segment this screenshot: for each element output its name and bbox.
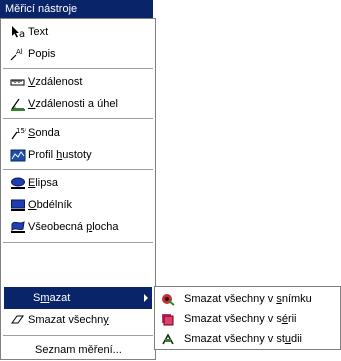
delete-study-icon — [162, 333, 174, 345]
eraser-icon — [11, 315, 24, 324]
submenu-item-label: Smazat všechny v studii — [184, 333, 303, 345]
density-profile-icon — [10, 149, 26, 162]
menu-item-label: Popis — [28, 48, 56, 60]
text-cursor-icon: a — [12, 26, 25, 39]
delete-series-icon — [162, 314, 174, 326]
submenu-item-delete-image[interactable]: Smazat všechny v snímku — [155, 289, 340, 309]
menu-separator — [3, 169, 153, 170]
menu-item-distance[interactable]: Vzdálenost — [1, 71, 155, 93]
annotation-icon: Al — [10, 48, 23, 61]
menu-item-label: Smazat — [33, 292, 71, 304]
delete-submenu: Smazat všechny v snímku Smazat všechny v… — [154, 286, 341, 350]
menu-item-text[interactable]: a Text — [1, 21, 155, 43]
menu-item-distance-angle[interactable]: Vzdálenosti a úhel — [1, 93, 155, 115]
menu-item-rectangle[interactable]: Obdélník — [1, 194, 155, 216]
menu-item-freeform-area[interactable]: Všeobecná plocha — [1, 216, 155, 238]
submenu-arrow-icon — [144, 294, 148, 302]
probe-icon: 15² — [11, 127, 26, 140]
menu-item-label: Sonda — [28, 127, 60, 139]
ruler-icon — [10, 79, 25, 86]
submenu-item-delete-study[interactable]: Smazat všechny v studii — [155, 329, 340, 349]
menu-item-label: Elipsa — [28, 177, 58, 189]
menu-item-label: Profil hustoty — [28, 149, 92, 161]
freeform-area-icon — [11, 221, 25, 233]
svg-text:a: a — [19, 29, 25, 39]
delete-image-icon — [162, 294, 175, 306]
menu-item-ellipse[interactable]: Elipsa — [1, 172, 155, 194]
menu-item-label: Text — [28, 26, 49, 38]
menu-item-delete-all[interactable]: Smazat všechny — [1, 309, 155, 331]
submenu-item-delete-series[interactable]: Smazat všechny v sérii — [155, 309, 340, 329]
menu-item-label: Smazat všechny — [28, 314, 109, 326]
menu-separator — [3, 118, 153, 119]
menu-item-delete[interactable]: Smazat — [4, 287, 152, 309]
menu-item-density-profile[interactable]: Profil hustoty — [1, 144, 155, 166]
angle-ruler-icon — [11, 98, 25, 111]
menu-separator — [3, 242, 153, 243]
menubar-measure-tools[interactable]: Měřicí nástroje — [0, 0, 153, 19]
menu-separator — [3, 335, 153, 336]
menu-item-label: Vzdálenosti a úhel — [28, 98, 118, 110]
measure-tools-menu: a Text Al Popis Vzdálenost Vzdálenosti a… — [0, 18, 156, 360]
submenu-item-label: Smazat všechny v snímku — [184, 293, 312, 305]
menu-separator — [3, 68, 153, 69]
svg-text:Al: Al — [16, 48, 23, 56]
menu-item-label: Vzdálenost — [28, 76, 83, 88]
menu-item-label: Obdélník — [28, 199, 73, 211]
menu-item-probe[interactable]: 15² Sonda — [1, 122, 155, 144]
svg-text:15²: 15² — [16, 127, 26, 135]
menu-item-label: Všeobecná plocha — [28, 221, 119, 233]
menu-item-label: Seznam měření... — [35, 344, 122, 356]
submenu-item-label: Smazat všechny v sérii — [184, 313, 297, 325]
rectangle-icon — [11, 199, 25, 211]
menu-item-measurement-list[interactable]: Seznam měření... — [1, 339, 155, 361]
menu-item-annotation[interactable]: Al Popis — [1, 43, 155, 65]
ellipse-icon — [11, 177, 25, 189]
